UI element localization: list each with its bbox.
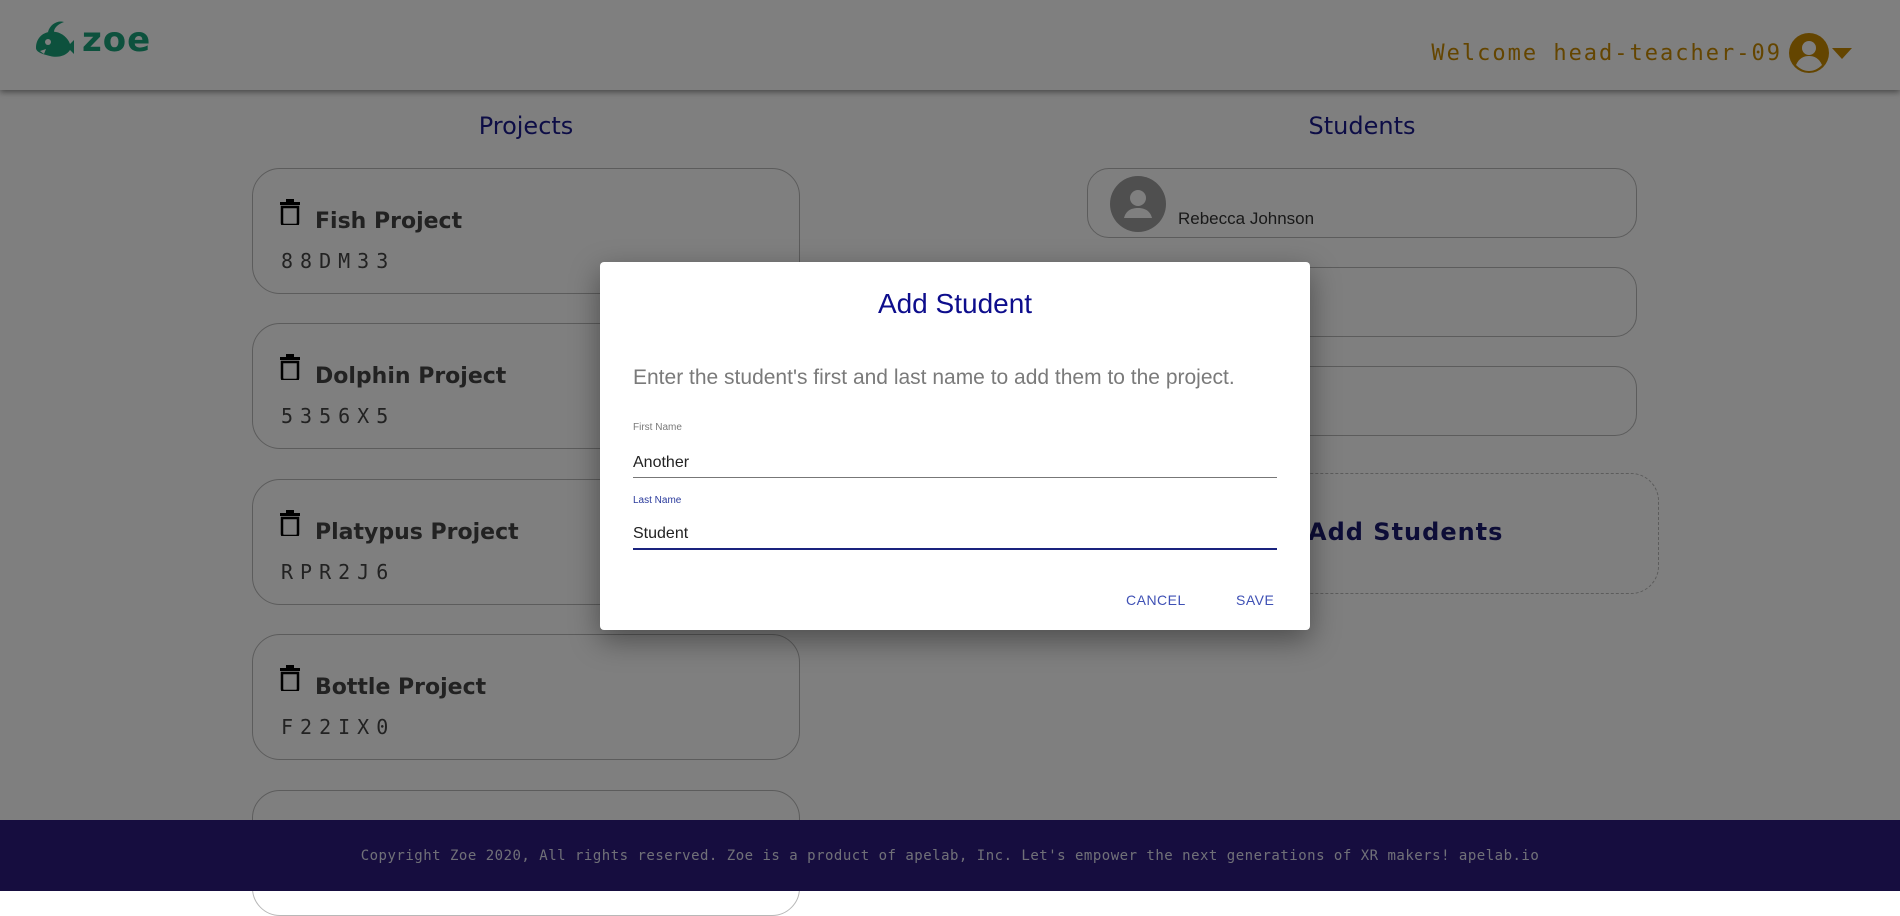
last-name-label: Last Name [633,495,682,506]
dialog-title: Add Student [877,288,1033,319]
last-name-input[interactable] [633,520,1277,550]
save-button[interactable]: SAVE [1230,588,1280,612]
cancel-button[interactable]: CANCEL [1120,588,1192,612]
first-name-input[interactable] [633,448,1277,478]
dialog-description: Enter the student's first and last name … [633,366,1235,389]
add-student-dialog: Add Student Enter the student's first an… [600,262,1310,630]
first-name-label: First Name [633,422,682,433]
